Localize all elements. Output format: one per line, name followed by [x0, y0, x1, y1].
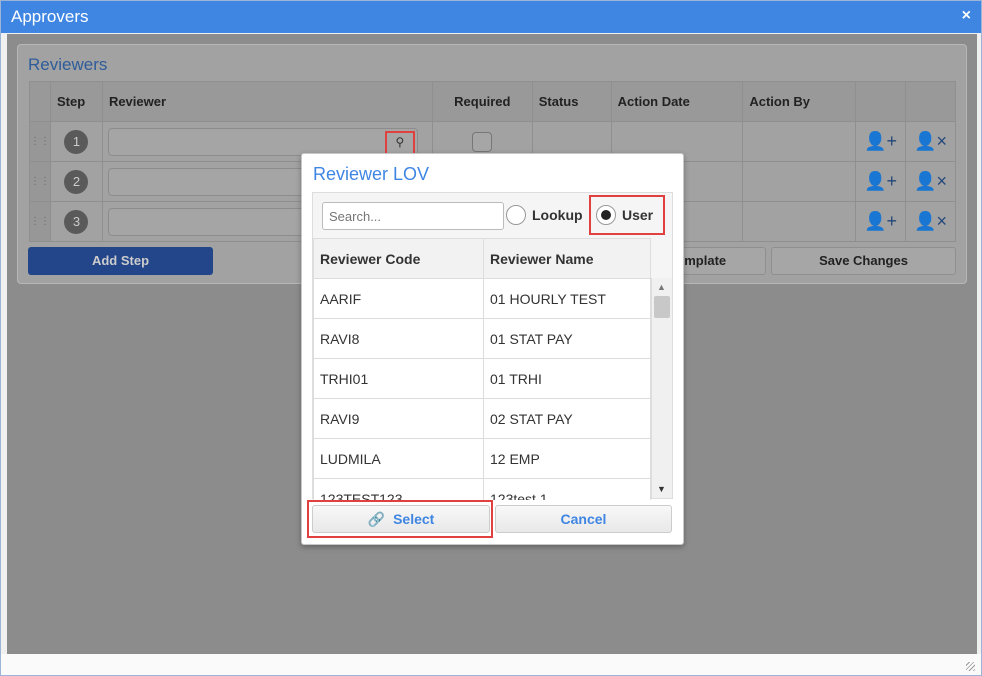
drag-handle-icon[interactable]: ⋮⋮ [29, 161, 51, 202]
col-add [855, 81, 907, 122]
col-reviewer: Reviewer [101, 81, 433, 122]
reviewer-name: 01 TRHI [483, 358, 651, 399]
radio-lookup-label: Lookup [532, 207, 583, 223]
required-checkbox[interactable] [472, 131, 493, 152]
scroll-thumb[interactable] [654, 296, 670, 318]
table-row[interactable]: RAVI8 01 STAT PAY [313, 318, 651, 359]
window-footer [1, 654, 981, 675]
table-row[interactable]: RAVI9 02 STAT PAY [313, 398, 651, 439]
add-step-button[interactable]: Add Step [28, 247, 213, 275]
radio-lookup[interactable]: Lookup [506, 205, 583, 225]
col-action-by: Action By [742, 81, 857, 122]
remove-user-icon[interactable]: 👤× [905, 201, 956, 242]
lov-scrollbar[interactable]: ▲ ▼ [651, 278, 672, 498]
handle-header [29, 81, 51, 122]
reviewer-name: 01 HOURLY TEST [483, 278, 651, 319]
close-icon[interactable]: × [962, 7, 971, 25]
user-highlight [589, 195, 665, 235]
reviewer-name: 123test 1 [483, 478, 651, 500]
scroll-down-icon[interactable]: ▼ [657, 484, 666, 494]
reviewers-title: Reviewers [28, 55, 108, 74]
lov-table: Reviewer Code Reviewer Name AARIF 01 HOU… [313, 238, 651, 500]
add-user-icon[interactable]: 👤+ [855, 201, 907, 242]
lov-header-row: Reviewer Code Reviewer Name [313, 238, 651, 279]
col-status: Status [531, 81, 612, 122]
reviewer-name: 01 STAT PAY [483, 318, 651, 359]
approvers-window: Approvers × Reviewers Step Reviewer Requ… [0, 0, 982, 676]
remove-user-icon[interactable]: 👤× [905, 121, 956, 162]
reviewer-code: RAVI8 [313, 318, 484, 359]
scroll-up-icon[interactable]: ▲ [657, 282, 666, 292]
action-by-cell [742, 121, 857, 162]
select-highlight [307, 500, 493, 538]
reviewer-lov-dialog: Reviewer LOV Lookup User Reviewer Code R… [301, 153, 684, 545]
radio-lookup-icon [506, 205, 526, 225]
col-step: Step [50, 81, 103, 122]
step-number: 3 [64, 209, 89, 234]
reviewer-name: 02 STAT PAY [483, 398, 651, 439]
col-action-date: Action Date [610, 81, 744, 122]
search-input[interactable] [322, 202, 504, 230]
reviewer-code: 123TEST123 [313, 478, 484, 500]
col-remove [905, 81, 956, 122]
step-number: 1 [64, 129, 89, 154]
lov-frame: Lookup User Reviewer Code Reviewer Name … [312, 192, 673, 500]
search-icon[interactable]: ⚲ [384, 130, 415, 155]
col-required: Required [431, 81, 533, 122]
add-user-icon[interactable]: 👤+ [855, 121, 907, 162]
lov-title: Reviewer LOV [313, 164, 430, 184]
cancel-button[interactable]: Cancel [495, 505, 672, 533]
table-row[interactable]: 123TEST123 123test 1 [313, 478, 651, 500]
resize-grip-icon[interactable] [966, 662, 975, 671]
reviewer-name: 12 EMP [483, 438, 651, 479]
reviewer-code: RAVI9 [313, 398, 484, 439]
reviewer-code: LUDMILA [313, 438, 484, 479]
add-user-icon[interactable]: 👤+ [855, 161, 907, 202]
reviewer-code: TRHI01 [313, 358, 484, 399]
title-bar: Approvers × [1, 1, 981, 33]
table-row[interactable]: TRHI01 01 TRHI [313, 358, 651, 399]
table-row[interactable]: LUDMILA 12 EMP [313, 438, 651, 479]
reviewer-code: AARIF [313, 278, 484, 319]
step-number: 2 [64, 169, 89, 194]
reviewer-input[interactable]: ⚲ [107, 127, 418, 156]
drag-handle-icon[interactable]: ⋮⋮ [29, 201, 51, 242]
col-reviewer-name[interactable]: Reviewer Name [483, 238, 651, 279]
drag-handle-icon[interactable]: ⋮⋮ [29, 121, 51, 162]
remove-user-icon[interactable]: 👤× [905, 161, 956, 202]
save-changes-button[interactable]: Save Changes [771, 247, 956, 275]
col-reviewer-code[interactable]: Reviewer Code [313, 238, 484, 279]
window-title: Approvers [11, 7, 89, 26]
table-row[interactable]: AARIF 01 HOURLY TEST [313, 278, 651, 319]
grid-header-row: Step Reviewer Required Status Action Dat… [29, 81, 956, 122]
